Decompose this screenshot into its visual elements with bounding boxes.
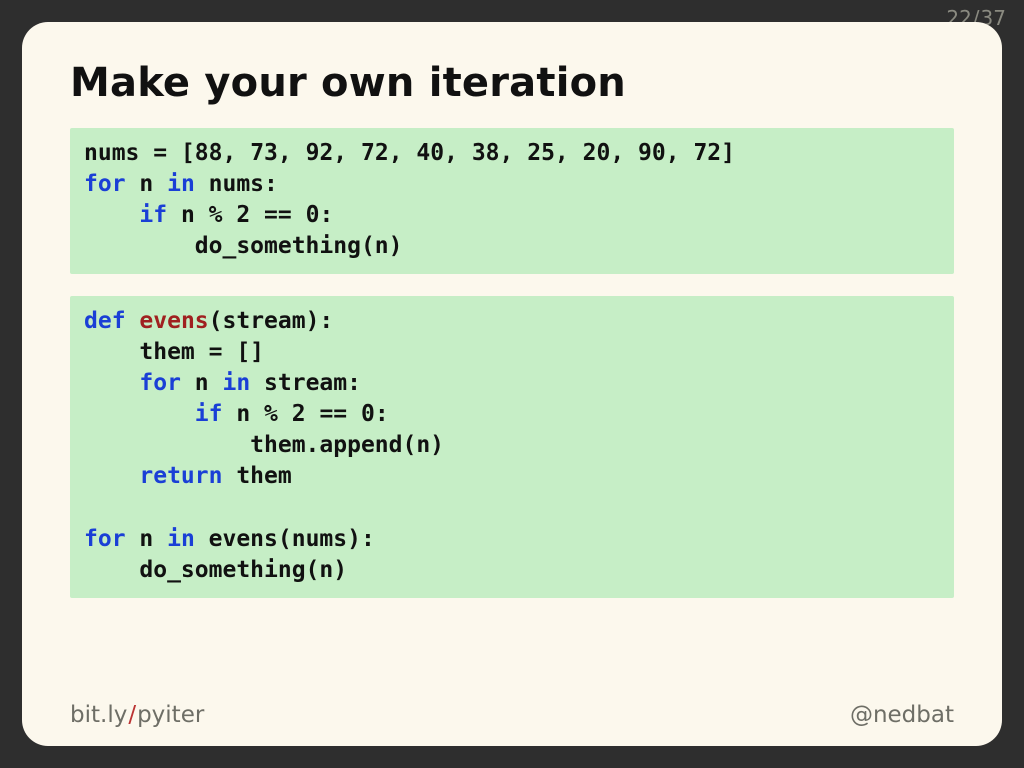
footer-handle: @nedbat: [850, 702, 954, 728]
code-block-2: def evens(stream): them = [] for n in st…: [70, 296, 954, 597]
slide-footer: bit.ly/pyiter @nedbat: [70, 702, 954, 728]
slide: Make your own iteration nums = [88, 73, …: [22, 22, 1002, 746]
footer-url: bit.ly/pyiter: [70, 702, 204, 728]
footer-url-path: pyiter: [137, 702, 204, 728]
footer-url-prefix: bit.ly: [70, 702, 127, 728]
slide-title: Make your own iteration: [70, 60, 954, 106]
code-block-1: nums = [88, 73, 92, 72, 40, 38, 25, 20, …: [70, 128, 954, 274]
footer-url-slash: /: [128, 702, 136, 728]
stage: 22/37 Make your own iteration nums = [88…: [0, 0, 1024, 768]
